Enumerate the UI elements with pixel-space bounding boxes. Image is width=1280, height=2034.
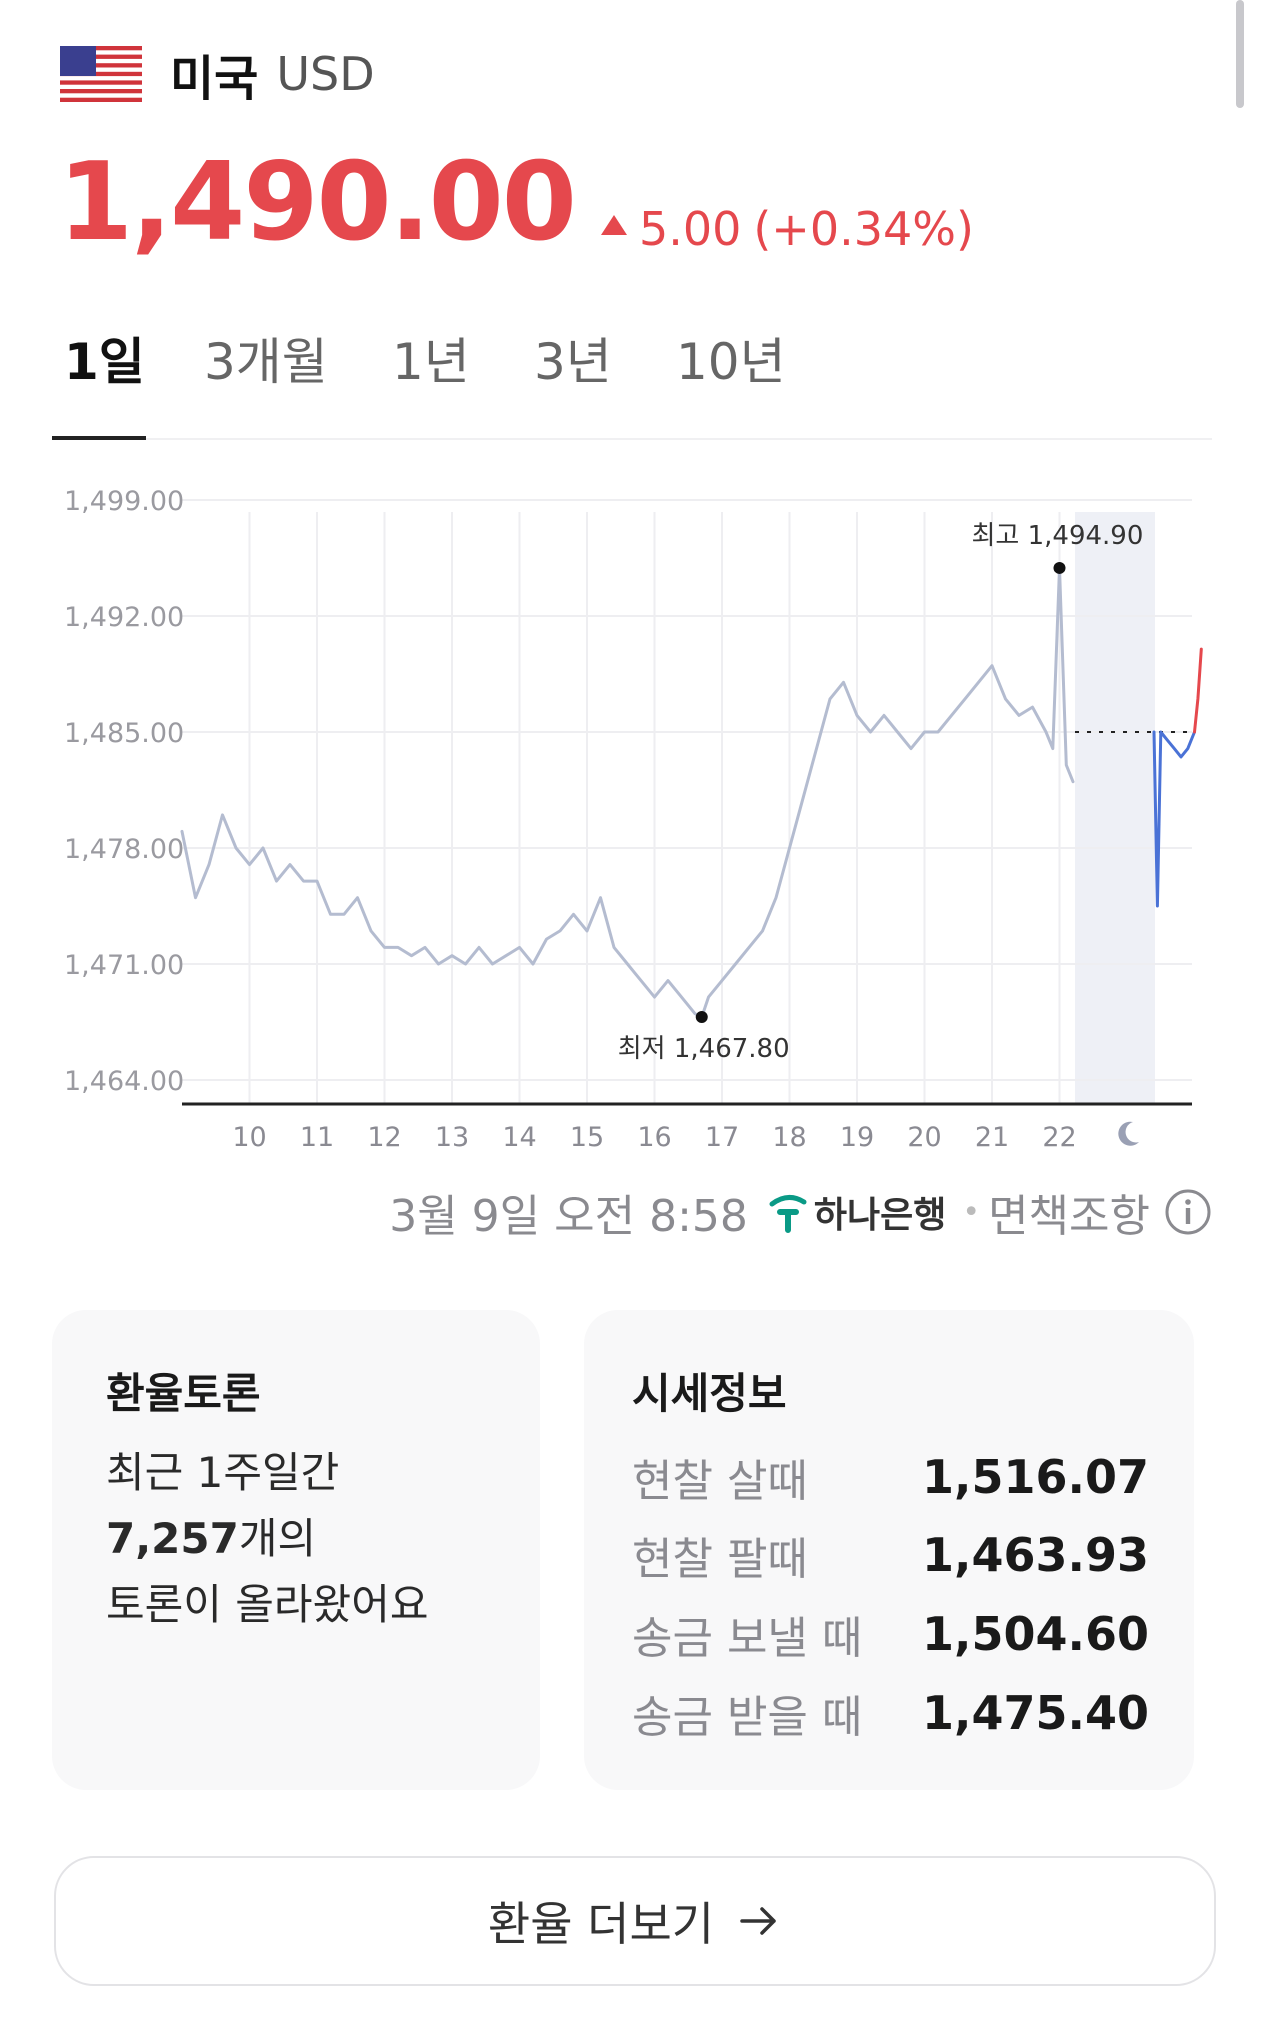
forum-title: 환율토론: [106, 1369, 261, 1418]
y-tick-label: 1,492.00: [64, 602, 184, 633]
x-axis-labels: 10 11 12 13 14 15 16 17 18 19 20 21 22: [232, 1122, 1076, 1153]
y-tick-label: 1,464.00: [64, 1066, 184, 1097]
forum-line-3: 토론이 올라왔어요: [106, 1580, 429, 1629]
separator-dot: •: [962, 1194, 981, 1230]
forum-count: 7,257: [106, 1514, 239, 1563]
currency-code: USD: [276, 47, 375, 101]
forum-line-2: 7,257개의: [106, 1506, 428, 1572]
country-name: 미국: [170, 51, 259, 107]
y-tick-label: 1,471.00: [64, 950, 184, 981]
min-annotation: 최저 1,467.80: [618, 1034, 790, 1064]
bank-logo: 하나은행: [766, 1186, 946, 1238]
forum-count-suffix: 개의: [238, 1514, 317, 1563]
forum-summary: 최근 1주일간 7,257개의 토론이 올라왔어요: [106, 1440, 428, 1638]
tab-3m[interactable]: 3개월: [192, 332, 340, 428]
rate-label: 현찰 살때: [632, 1456, 808, 1507]
moon-icon: [1118, 1121, 1139, 1146]
rate-chart[interactable]: 1,499.00 1,492.00 1,485.00 1,478.00 1,471.00…: [0, 468, 1280, 1178]
rate-row-remit-send: 송금 보낼 때 1,504.60: [632, 1599, 1152, 1669]
rate-row-cash-sell: 현찰 팔때 1,463.93: [632, 1520, 1152, 1590]
arrow-right-icon: [740, 1907, 776, 1935]
night-session-band: [1075, 512, 1155, 1104]
change-percent: (+0.34%): [753, 202, 974, 256]
series-line-1: [1152, 730, 1196, 908]
x-tick-label: 16: [637, 1122, 671, 1153]
y-tick-label: 1,499.00: [64, 486, 184, 517]
us-flag-icon: [60, 46, 142, 102]
disclaimer-link[interactable]: 면책조항: [988, 1180, 1150, 1244]
rate-info-card: 시세정보 현찰 살때 1,516.07 현찰 팔때 1,463.93 송금 보낼…: [584, 1310, 1194, 1790]
change-amount: 5.00: [638, 202, 742, 256]
hana-bank-icon: [769, 1195, 807, 1233]
period-tabs: 1일 3개월 1년 3년 10년: [52, 320, 1212, 440]
source-row: 3월 9일 오전 8:58 하나은행 • 면책조항: [389, 1180, 1212, 1244]
min-point-marker: [695, 1011, 708, 1024]
moon-icon-shape: [1118, 1121, 1139, 1146]
tab-3y[interactable]: 3년: [522, 332, 624, 428]
y-tick-label: 1,478.00: [64, 834, 184, 865]
forum-card[interactable]: 환율토론 최근 1주일간 7,257개의 토론이 올라왔어요: [52, 1310, 540, 1790]
more-rates-label: 환율 더보기: [487, 1897, 715, 1951]
x-tick-label: 13: [435, 1122, 469, 1153]
price-row: 1,490.00 5.00 (+0.34%): [58, 140, 974, 265]
rate-label: 현찰 팔때: [632, 1534, 808, 1585]
chart-grid-vertical: [248, 512, 1061, 1104]
tab-1y[interactable]: 1년: [380, 332, 482, 428]
rate-label: 송금 받을 때: [632, 1692, 863, 1743]
bank-name: 하나은행: [813, 1195, 947, 1236]
x-tick-label: 10: [232, 1122, 266, 1153]
scrollbar[interactable]: [1236, 0, 1244, 108]
x-tick-label: 22: [1042, 1122, 1076, 1153]
chart-markers: 최고 1,494.90 최저 1,467.80: [618, 521, 1144, 1064]
forum-line-1: 최근 1주일간: [106, 1448, 340, 1497]
chart-grid-horizontal: [182, 499, 1192, 1081]
rate-value: 1,475.40: [922, 1686, 1149, 1740]
active-tab-indicator: [52, 436, 146, 440]
rate-value: 1,463.93: [922, 1528, 1149, 1582]
more-rates-button[interactable]: 환율 더보기: [54, 1856, 1216, 1986]
rate-row-cash-buy: 현찰 살때 1,516.07: [632, 1442, 1152, 1512]
tab-10y[interactable]: 10년: [664, 332, 798, 428]
chart-series: [180, 566, 1203, 1019]
x-tick-label: 12: [367, 1122, 401, 1153]
x-tick-label: 19: [840, 1122, 874, 1153]
rate-info-title: 시세정보: [632, 1369, 787, 1418]
rate-value: 1,516.07: [922, 1450, 1149, 1504]
series-line-2: [1193, 647, 1203, 734]
x-tick-label: 17: [705, 1122, 739, 1153]
rate-value: 1,504.60: [922, 1607, 1149, 1661]
rate-row-remit-receive: 송금 받을 때 1,475.40: [632, 1678, 1152, 1748]
x-tick-label: 11: [300, 1122, 334, 1153]
rate-label: 송금 보낼 때: [632, 1613, 863, 1664]
y-axis-labels: 1,499.00 1,492.00 1,485.00 1,478.00 1,471.00…: [64, 486, 184, 1097]
update-time: 3월 9일 오전 8:58: [389, 1191, 748, 1242]
x-tick-label: 20: [907, 1122, 941, 1153]
x-tick-label: 18: [772, 1122, 806, 1153]
x-tick-label: 15: [570, 1122, 604, 1153]
tab-1d[interactable]: 1일: [52, 332, 157, 428]
max-annotation: 최고 1,494.90: [972, 521, 1144, 551]
x-tick-label: 21: [975, 1122, 1009, 1153]
up-triangle-icon: [600, 215, 627, 235]
price-change: 5.00 (+0.34%): [600, 202, 974, 256]
max-point-marker: [1053, 561, 1066, 574]
currency-header: 미국 USD: [60, 44, 375, 107]
current-price: 1,490.00: [58, 140, 577, 265]
info-icon[interactable]: [1164, 1188, 1212, 1236]
x-tick-label: 14: [502, 1122, 536, 1153]
y-tick-label: 1,485.00: [64, 718, 184, 749]
series-line-0: [180, 566, 1075, 1019]
